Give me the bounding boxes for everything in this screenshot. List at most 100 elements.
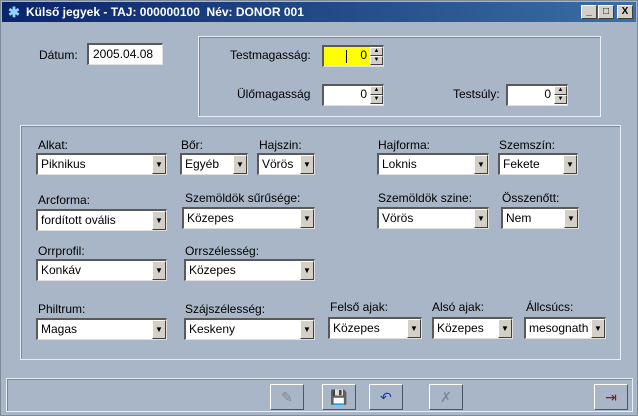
szemoldok-surusege-select[interactable]: Közepes ▼ xyxy=(182,207,315,229)
save-icon: 💾 xyxy=(330,389,348,405)
also-ajak-label: Alsó ajak: xyxy=(432,300,485,314)
testsuly-value: 0 xyxy=(544,87,551,101)
testsuly-spinner[interactable]: 0 ▲ ▼ xyxy=(506,84,568,106)
window-title: Külső jegyek - TAJ: 000000100 Név: DONOR… xyxy=(26,5,304,19)
philtrum-select[interactable]: Magas ▼ xyxy=(36,318,167,340)
dropdown-arrow-icon[interactable]: ▼ xyxy=(564,209,578,228)
ulomagassag-spinner[interactable]: 0 ▲ ▼ xyxy=(322,84,384,106)
osszenott-select[interactable]: Nem ▼ xyxy=(501,207,579,229)
app-icon: ✱ xyxy=(8,4,20,20)
ulomagassag-label: Ülőmagasság xyxy=(237,87,311,101)
szemszin-select[interactable]: Fekete ▼ xyxy=(498,153,578,175)
text-caret xyxy=(346,50,347,63)
dropdown-arrow-icon[interactable]: ▼ xyxy=(498,319,512,338)
title-bar: ✱ Külső jegyek - TAJ: 000000100 Név: DON… xyxy=(2,2,636,22)
hajforma-label: Hajforma: xyxy=(378,138,431,152)
dropdown-arrow-icon[interactable]: ▼ xyxy=(152,211,166,230)
down-arrow-icon[interactable]: ▼ xyxy=(554,95,567,104)
dropdown-arrow-icon[interactable]: ▼ xyxy=(591,319,605,338)
undo-icon: ↶ xyxy=(380,389,392,405)
szemoldok-szine-select[interactable]: Vörös ▼ xyxy=(377,207,489,229)
hajszin-value: Vörös xyxy=(262,157,294,171)
up-arrow-icon[interactable]: ▲ xyxy=(370,47,383,56)
hajforma-value: Loknis xyxy=(382,157,417,171)
measurements-panel: Testmagasság: 0 ▲ ▼ Ülőmagasság 0 ▲ ▼ Te… xyxy=(198,36,601,117)
dropdown-arrow-icon[interactable]: ▼ xyxy=(407,319,421,338)
szemszin-label: Szemszín: xyxy=(499,138,556,152)
szemoldok-surusege-label: Szemöldök sűrűsége: xyxy=(185,191,301,205)
dropdown-arrow-icon[interactable]: ▼ xyxy=(233,155,247,174)
orrszelesseg-label: Orrszélesség: xyxy=(185,244,260,258)
also-ajak-value: Közepes xyxy=(437,321,484,335)
allcsucs-value: mesognath xyxy=(529,321,589,335)
osszenott-label: Összenőtt: xyxy=(502,191,560,205)
felso-ajak-select[interactable]: Közepes ▼ xyxy=(328,317,422,339)
dropdown-arrow-icon[interactable]: ▼ xyxy=(152,261,166,280)
osszenott-value: Nem xyxy=(506,211,532,225)
hajforma-select[interactable]: Loknis ▼ xyxy=(377,153,489,175)
close-button[interactable]: X xyxy=(617,5,633,19)
orrprofil-label: Orrprofil: xyxy=(38,244,85,258)
spinner-arrows: ▲ ▼ xyxy=(370,47,383,66)
undo-button[interactable]: ↶ xyxy=(369,384,403,410)
bor-value: Egyéb xyxy=(185,157,220,171)
szemszin-value: Fekete xyxy=(503,157,540,171)
dropdown-arrow-icon[interactable]: ▼ xyxy=(152,320,166,339)
up-arrow-icon[interactable]: ▲ xyxy=(370,86,383,95)
dropdown-arrow-icon[interactable]: ▼ xyxy=(300,209,314,228)
datum-label: Dátum: xyxy=(39,48,78,62)
philtrum-value: Magas xyxy=(41,322,78,336)
also-ajak-select[interactable]: Közepes ▼ xyxy=(432,317,513,339)
orrszelesseg-value: Közepes xyxy=(189,263,236,277)
window: ✱ Külső jegyek - TAJ: 000000100 Név: DON… xyxy=(0,0,638,416)
szemoldok-szine-value: Vörös xyxy=(382,211,414,225)
orrprofil-value: Konkáv xyxy=(41,263,82,277)
delete-icon: ✗ xyxy=(440,389,452,405)
dropdown-arrow-icon[interactable]: ▼ xyxy=(300,261,314,280)
bottom-toolbar: ✎ 💾 ↶ ✗ ⇥ xyxy=(6,378,633,412)
delete-button[interactable]: ✗ xyxy=(429,384,463,410)
spinner-arrows: ▲ ▼ xyxy=(554,86,567,105)
dropdown-arrow-icon[interactable]: ▼ xyxy=(152,155,166,174)
up-arrow-icon[interactable]: ▲ xyxy=(554,86,567,95)
testmagassag-spinner[interactable]: 0 ▲ ▼ xyxy=(322,45,384,67)
down-arrow-icon[interactable]: ▼ xyxy=(370,56,383,65)
orrprofil-select[interactable]: Konkáv ▼ xyxy=(36,259,167,281)
ulomagassag-value: 0 xyxy=(360,87,367,101)
save-button[interactable]: 💾 xyxy=(322,384,356,410)
testsuly-label: Testsúly: xyxy=(453,87,500,101)
philtrum-label: Philtrum: xyxy=(38,302,86,316)
spinner-arrows: ▲ ▼ xyxy=(370,86,383,105)
szemoldok-szine-label: Szemöldök szine: xyxy=(378,191,473,205)
edit-button[interactable]: ✎ xyxy=(270,384,304,410)
szajszelesseg-select[interactable]: Keskeny ▼ xyxy=(184,318,315,340)
datum-field[interactable]: 2005.04.08 xyxy=(87,43,163,65)
dropdown-arrow-icon[interactable]: ▼ xyxy=(474,155,488,174)
edit-icon: ✎ xyxy=(281,389,293,405)
allcsucs-select[interactable]: mesognath ▼ xyxy=(524,317,606,339)
maximize-button[interactable]: □ xyxy=(598,5,614,19)
hajszin-label: Hajszin: xyxy=(259,138,302,152)
exit-button[interactable]: ⇥ xyxy=(594,384,628,410)
exit-icon: ⇥ xyxy=(605,389,617,405)
szajszelesseg-label: Szájszélesség: xyxy=(185,302,266,316)
arcforma-label: Arcforma: xyxy=(38,193,91,207)
arcforma-select[interactable]: fordított ovális ▼ xyxy=(36,209,167,231)
dropdown-arrow-icon[interactable]: ▼ xyxy=(300,155,314,174)
orrszelesseg-select[interactable]: Közepes ▼ xyxy=(184,259,315,281)
felso-ajak-label: Felső ajak: xyxy=(330,300,389,314)
down-arrow-icon[interactable]: ▼ xyxy=(370,95,383,104)
dropdown-arrow-icon[interactable]: ▼ xyxy=(300,320,314,339)
bor-label: Bőr: xyxy=(181,138,204,152)
szajszelesseg-value: Keskeny xyxy=(189,322,236,336)
alkat-select[interactable]: Piknikus ▼ xyxy=(36,153,167,175)
minimize-button[interactable]: _ xyxy=(581,5,597,19)
dropdown-arrow-icon[interactable]: ▼ xyxy=(474,209,488,228)
alkat-label: Alkat: xyxy=(38,138,69,152)
bor-select[interactable]: Egyéb ▼ xyxy=(180,153,248,175)
alkat-value: Piknikus xyxy=(41,157,86,171)
dropdown-arrow-icon[interactable]: ▼ xyxy=(563,155,577,174)
hajszin-select[interactable]: Vörös ▼ xyxy=(257,153,315,175)
szemoldok-surusege-value: Közepes xyxy=(187,211,234,225)
testmagassag-label: Testmagasság: xyxy=(230,48,311,62)
